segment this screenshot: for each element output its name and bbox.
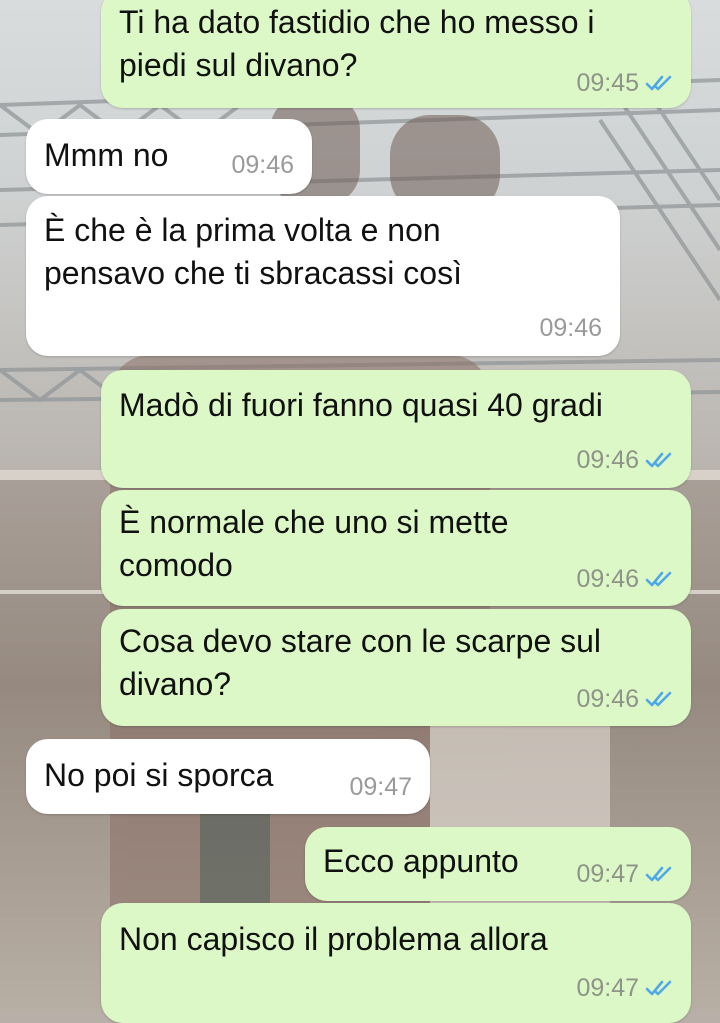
message-line: È normale che uno si mette bbox=[119, 504, 509, 540]
message-time: 09:47 bbox=[576, 860, 639, 888]
message-text: Mmm no bbox=[44, 134, 168, 177]
message-meta: 09:46 bbox=[576, 684, 673, 714]
message-time: 09:47 bbox=[576, 974, 639, 1002]
message-line: No poi si sporca bbox=[44, 757, 274, 793]
message-line: divano? bbox=[119, 666, 232, 702]
message-outgoing[interactable]: Madò di fuori fanno quasi 40 gradi 09:46 bbox=[101, 370, 691, 488]
message-meta: 09:46 bbox=[576, 564, 673, 594]
message-time: 09:46 bbox=[576, 565, 639, 593]
message-line: Mmm no bbox=[44, 137, 169, 173]
message-text: È che è la prima volta e non pensavo che… bbox=[44, 209, 462, 295]
message-line: Ecco appunto bbox=[323, 843, 519, 879]
message-text: Non capisco il problema allora bbox=[119, 918, 548, 961]
message-text: No poi si sporca bbox=[44, 754, 273, 797]
double-check-icon bbox=[645, 865, 673, 883]
message-list[interactable]: Ti ha dato fastidio che ho messo i piedi… bbox=[0, 0, 720, 1023]
message-line: Cosa devo stare con le scarpe sul bbox=[119, 623, 602, 659]
message-outgoing[interactable]: Non capisco il problema allora 09:47 bbox=[101, 903, 691, 1023]
message-text: Ecco appunto bbox=[323, 840, 519, 883]
message-incoming[interactable]: No poi si sporca 09:47 bbox=[26, 739, 430, 814]
message-line: Ti ha dato fastidio che ho messo i bbox=[119, 4, 595, 40]
message-time: 09:46 bbox=[231, 151, 294, 179]
message-meta: 09:46 bbox=[539, 313, 602, 343]
double-check-icon bbox=[645, 74, 673, 92]
message-line: Madò di fuori fanno quasi 40 gradi bbox=[119, 387, 603, 423]
message-text: Ti ha dato fastidio che ho messo i piedi… bbox=[119, 1, 595, 87]
message-text: Madò di fuori fanno quasi 40 gradi bbox=[119, 384, 603, 427]
double-check-icon bbox=[645, 570, 673, 588]
message-time: 09:45 bbox=[576, 69, 639, 97]
message-line: Non capisco il problema allora bbox=[119, 921, 548, 957]
message-line: piedi sul divano? bbox=[119, 47, 358, 83]
message-meta: 09:47 bbox=[576, 973, 673, 1003]
message-outgoing[interactable]: Ti ha dato fastidio che ho messo i piedi… bbox=[101, 0, 691, 108]
double-check-icon bbox=[645, 690, 673, 708]
message-time: 09:46 bbox=[576, 685, 639, 713]
message-outgoing[interactable]: È normale che uno si mette comodo 09:46 bbox=[101, 490, 691, 606]
message-line: comodo bbox=[119, 547, 233, 583]
message-meta: 09:47 bbox=[576, 859, 673, 889]
message-meta: 09:46 bbox=[231, 150, 294, 180]
message-outgoing[interactable]: Ecco appunto 09:47 bbox=[305, 827, 691, 901]
message-text: Cosa devo stare con le scarpe sul divano… bbox=[119, 620, 601, 706]
message-time: 09:46 bbox=[576, 446, 639, 474]
message-time: 09:46 bbox=[539, 314, 602, 342]
double-check-icon bbox=[645, 451, 673, 469]
message-text: È normale che uno si mette comodo bbox=[119, 501, 509, 587]
message-outgoing[interactable]: Cosa devo stare con le scarpe sul divano… bbox=[101, 609, 691, 726]
message-incoming[interactable]: Mmm no 09:46 bbox=[26, 119, 312, 194]
message-time: 09:47 bbox=[349, 773, 412, 801]
double-check-icon bbox=[645, 979, 673, 997]
message-line: È che è la prima volta e non bbox=[44, 212, 441, 248]
message-meta: 09:47 bbox=[349, 772, 412, 802]
message-incoming[interactable]: È che è la prima volta e non pensavo che… bbox=[26, 196, 620, 356]
message-meta: 09:46 bbox=[576, 445, 673, 475]
message-meta: 09:45 bbox=[576, 68, 673, 98]
message-line: pensavo che ti sbracassi così bbox=[44, 255, 462, 291]
